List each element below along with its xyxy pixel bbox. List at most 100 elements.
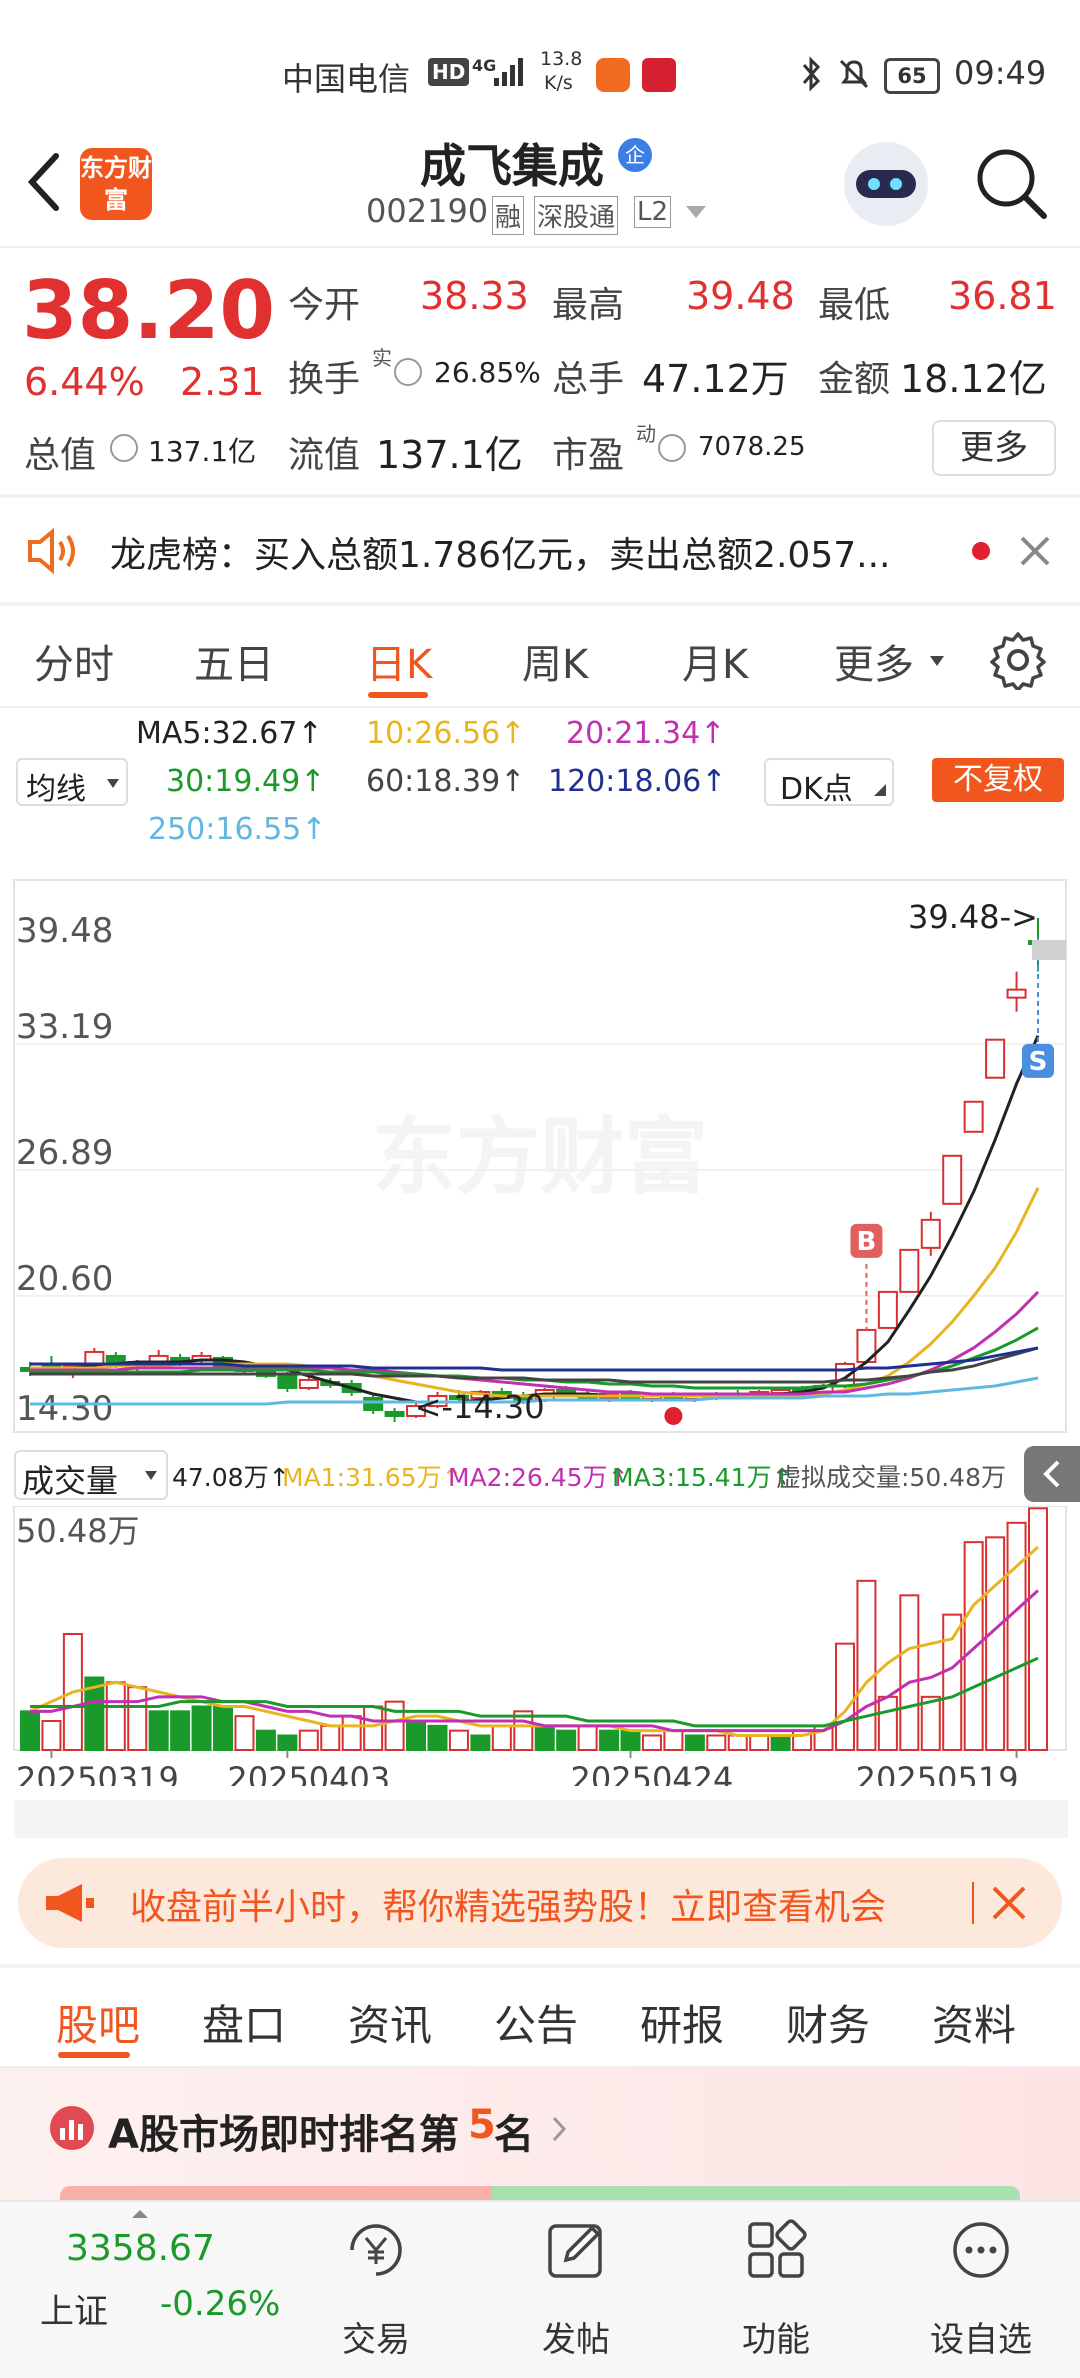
ma-selector[interactable]: 均线: [16, 758, 128, 807]
tab-monthly-k[interactable]: 月K: [682, 632, 748, 690]
volume-chart[interactable]: 50.48万 20250319 20250403 20250424 20250519: [0, 1506, 1080, 1786]
tab-five-day[interactable]: 五日: [194, 632, 274, 690]
turnover-value: 26.85%: [434, 356, 541, 389]
close-icon[interactable]: [1016, 532, 1054, 570]
tab-weekly-k[interactable]: 周K: [522, 632, 588, 690]
change-percent: 6.44%: [24, 360, 145, 404]
current-price: 38.20: [22, 264, 276, 357]
y-tick-label: 39.48: [16, 911, 113, 951]
high-marker: 39.48->: [908, 898, 1038, 936]
volume-bar: [620, 1729, 641, 1751]
volume-bar: [298, 1729, 319, 1751]
volume-bar: [363, 1705, 384, 1751]
volume-bar: [534, 1724, 555, 1752]
high-label: 最高: [552, 285, 625, 326]
promo-banner[interactable]: 收盘前半小时，帮你精选强势股！立即查看机会: [18, 1858, 1062, 1948]
volume-bar: [770, 1734, 791, 1751]
tab-intraday[interactable]: 分时: [34, 632, 114, 690]
more-dots-icon: [953, 2222, 1009, 2278]
index-value[interactable]: 3358.67: [66, 2228, 215, 2269]
ma-selector-label: 均线: [26, 772, 86, 807]
promo-close-icon[interactable]: [988, 1882, 1030, 1924]
tab-profile[interactable]: 资料: [932, 1992, 1016, 2053]
nav-watchlist[interactable]: 设自选: [916, 2216, 1046, 2366]
app-notification-icon-2: [642, 58, 676, 92]
info-icon[interactable]: [394, 358, 422, 386]
volume-bar: [727, 1734, 748, 1751]
tag-l2: L2: [634, 196, 672, 228]
net-speed-unit: K/s: [544, 72, 573, 94]
back-arrow-icon[interactable]: [22, 150, 66, 214]
ma30-value: 30:19.49↑: [166, 764, 326, 799]
content-tabs: 股吧 盘口 资讯 公告 研报 财务 资料: [0, 1968, 1080, 2068]
active-tab-indicator: [368, 692, 428, 698]
volume-selector[interactable]: 成交量: [14, 1450, 168, 1500]
dropdown-triangle-icon[interactable]: [684, 204, 708, 222]
volume-bar: [1006, 1521, 1027, 1751]
tab-research[interactable]: 研报: [640, 1992, 724, 2053]
virtual-volume: 虚拟成交量:50.48万: [776, 1463, 1006, 1492]
stock-header: 东方财富 成飞集成 企 002190 融 深股通 L2: [0, 130, 1080, 248]
volume-bar: [706, 1734, 727, 1751]
nav-post[interactable]: 发帖: [516, 2216, 636, 2366]
volume-bar: [985, 1536, 1006, 1751]
event-dot: [664, 1406, 683, 1425]
index-name[interactable]: 上证: [40, 2284, 108, 2333]
net-speed: 13.8: [540, 48, 583, 70]
tab-news[interactable]: 资讯: [348, 1992, 432, 2053]
stock-code: 002190: [366, 192, 489, 230]
index-change[interactable]: -0.26%: [160, 2284, 280, 2324]
volume-bar: [942, 1613, 963, 1751]
notice-bar[interactable]: 龙虎榜：买入总额1.786亿元，卖出总额2.057...: [0, 500, 1080, 600]
info-icon-mktcap[interactable]: [110, 434, 138, 462]
info-icon-pe[interactable]: [658, 434, 686, 462]
brand-logo[interactable]: 东方财富: [80, 148, 152, 220]
tab-announcements[interactable]: 公告: [494, 1992, 578, 2053]
kline-chart[interactable]: 东方财富 39.48 33.19 26.89 20.60 14.30 39.48-> <-14…: [0, 856, 1080, 1446]
settings-gear-icon[interactable]: [988, 630, 1048, 690]
tab-daily-k[interactable]: 日K: [366, 632, 432, 690]
speaker-icon: [28, 527, 75, 575]
ma120-value: 120:18.06↑: [548, 764, 727, 799]
volume-bar: [20, 1710, 40, 1752]
y-tick-label: 20.60: [16, 1259, 113, 1299]
amount-label: 金额: [818, 359, 891, 400]
nav-function[interactable]: 功能: [716, 2216, 836, 2366]
volume-value: 47.12万: [642, 357, 789, 401]
price-adjust-button[interactable]: 不复权: [932, 758, 1064, 802]
volume-bar: [749, 1734, 770, 1751]
robot-assistant-icon[interactable]: [844, 142, 928, 226]
volume-bar: [255, 1729, 276, 1751]
collapse-panel-button[interactable]: [1024, 1446, 1080, 1502]
candle-body: [920, 1218, 941, 1249]
volume-ma3: MA3:15.41万↑: [612, 1463, 793, 1492]
signal-icon: [494, 58, 523, 86]
y-tick-label: 14.30: [16, 1389, 113, 1429]
nav-trade[interactable]: 交易: [316, 2216, 436, 2366]
dk-point-selector[interactable]: DK点: [764, 758, 894, 807]
tab-forum[interactable]: 股吧: [56, 1992, 140, 2053]
megaphone-icon: [46, 1884, 94, 1922]
volume-bar: [170, 1710, 191, 1752]
rank-card[interactable]: A股市场即时排名第 5 名: [0, 2068, 1080, 2200]
header-divider: [0, 246, 1080, 248]
tab-order-book[interactable]: 盘口: [202, 1992, 286, 2053]
rank-suffix: 名: [494, 2112, 534, 2158]
volume-ma2: MA2:26.45万↑: [448, 1463, 629, 1492]
dk-point-label: DK点: [780, 772, 853, 807]
buy-marker: B: [857, 1227, 877, 1257]
volume-bar: [320, 1724, 341, 1752]
tab-finance[interactable]: 财务: [786, 1992, 870, 2053]
chart-footer-strip: [14, 1800, 1068, 1838]
rank-chart-icon: [50, 2106, 94, 2150]
search-icon[interactable]: [972, 144, 1052, 224]
rank-prefix: A股市场即时排名第: [108, 2112, 459, 2158]
candle-body: [277, 1374, 298, 1389]
tab-more[interactable]: 更多: [834, 632, 914, 690]
promo-separator: [972, 1882, 974, 1924]
carrier-name: 中国电信: [282, 60, 411, 98]
volume-bar: [406, 1719, 427, 1751]
volume-bar: [963, 1541, 984, 1752]
volume-bar: [834, 1642, 855, 1751]
more-button[interactable]: 更多: [932, 420, 1056, 476]
